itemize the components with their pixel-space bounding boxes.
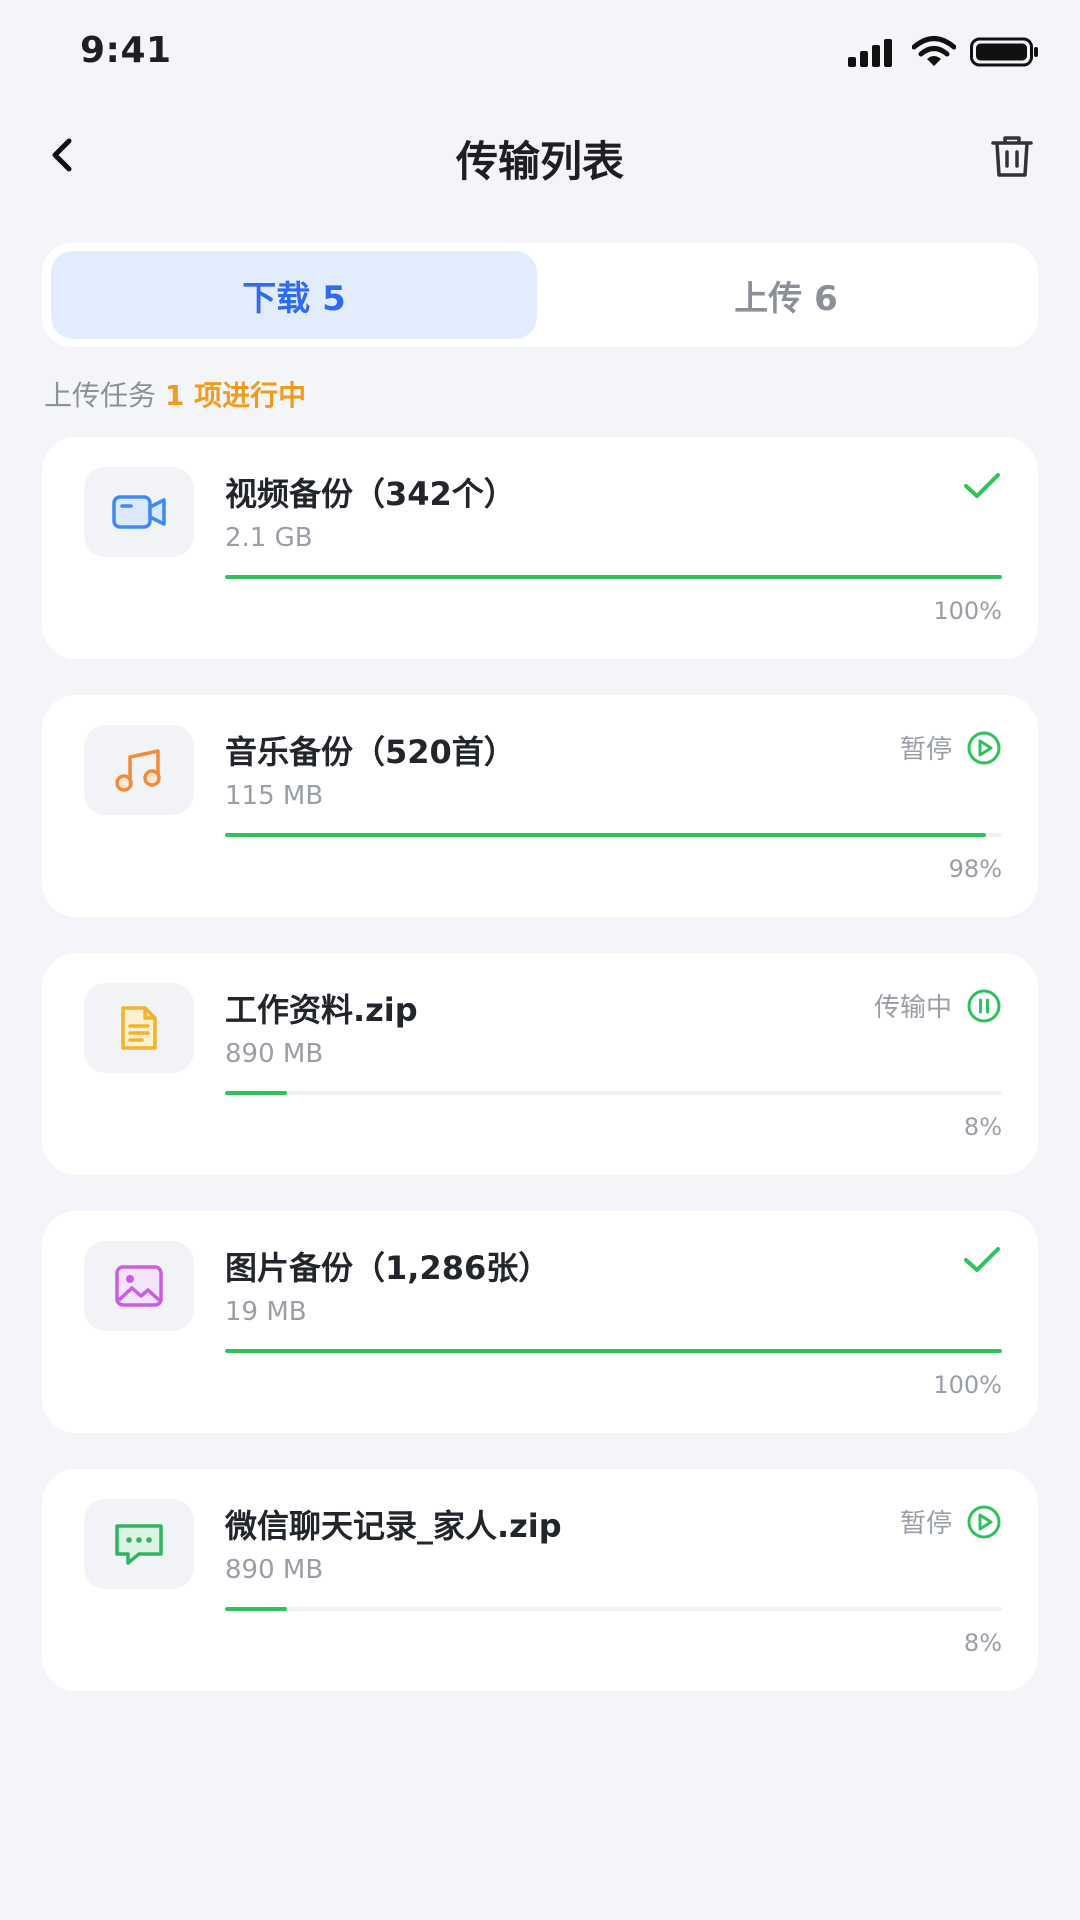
item-status: 传输中	[874, 987, 1002, 1024]
item-name: 音乐备份（520首）	[225, 733, 516, 771]
page-title: 传输列表	[455, 137, 624, 186]
tab-upload[interactable]: 上传 6	[543, 251, 1029, 339]
progress-fill	[225, 1091, 288, 1095]
progress-bar	[225, 1349, 1002, 1353]
progress-percent: 8%	[963, 1113, 1002, 1141]
delete-button[interactable]	[984, 128, 1040, 184]
progress-percent: 98%	[948, 855, 1002, 883]
signal-icon	[848, 39, 892, 67]
chat-icon	[115, 1524, 163, 1565]
check-icon	[964, 473, 1000, 498]
transfer-item[interactable]: 视频备份（342个） 2.1 GB 100%	[42, 437, 1038, 659]
file-type-badge	[84, 1499, 194, 1589]
transfer-item[interactable]: 图片备份（1,286张） 19 MB 100%	[42, 1211, 1038, 1433]
summary-highlight: 1 项进行中	[164, 379, 307, 412]
file-type-badge	[84, 983, 194, 1073]
status-bar: 9:41	[0, 0, 1080, 100]
item-name: 工作资料.zip	[225, 991, 418, 1029]
status-icons	[846, 36, 1040, 68]
item-size: 19 MB	[225, 1297, 307, 1327]
pause-circle-icon[interactable]	[966, 988, 1002, 1024]
file-type-badge	[84, 467, 194, 557]
status-label: 暂停	[899, 1509, 952, 1539]
progress-bar	[225, 1091, 1002, 1095]
item-status	[962, 1245, 1002, 1275]
battery-icon	[970, 37, 1038, 67]
file-type-badge	[84, 1241, 194, 1331]
transfer-item[interactable]: 音乐备份（520首） 115 MB 暂停 98%	[42, 695, 1038, 917]
item-size: 890 MB	[225, 1555, 324, 1585]
item-size: 2.1 GB	[225, 523, 313, 553]
nav-bar: 传输列表	[0, 110, 1080, 200]
item-size: 890 MB	[225, 1039, 324, 1069]
progress-fill	[225, 1349, 1002, 1353]
progress-percent: 100%	[933, 1371, 1002, 1399]
progress-bar	[225, 575, 1002, 579]
transfer-item[interactable]: 工作资料.zip 890 MB 传输中 8%	[42, 953, 1038, 1175]
item-size: 115 MB	[225, 781, 324, 811]
document-icon	[121, 1006, 157, 1050]
item-status: 暂停	[900, 729, 1002, 766]
transfer-item[interactable]: 微信聊天记录_家人.zip 890 MB 暂停 8%	[42, 1469, 1038, 1691]
music-icon	[115, 749, 161, 792]
status-time: 9:41	[80, 30, 172, 71]
item-name: 视频备份（342个）	[225, 475, 516, 513]
item-name: 图片备份（1,286张）	[225, 1249, 551, 1287]
trash-icon	[991, 136, 1033, 177]
progress-percent: 100%	[933, 597, 1002, 625]
progress-bar	[225, 1607, 1002, 1611]
item-name: 微信聊天记录_家人.zip	[225, 1507, 562, 1545]
progress-percent: 8%	[963, 1629, 1002, 1657]
transfer-tabs: 下载 5 上传 6	[42, 243, 1038, 347]
item-status	[962, 471, 1002, 501]
file-type-badge	[84, 725, 194, 815]
image-icon	[115, 1265, 163, 1307]
status-label: 暂停	[899, 735, 952, 765]
video-icon	[112, 495, 166, 529]
tab-download[interactable]: 下载 5	[51, 251, 537, 339]
play-circle-icon[interactable]	[966, 1504, 1002, 1540]
item-status: 暂停	[900, 1503, 1002, 1540]
summary-prefix: 上传任务	[44, 379, 157, 412]
progress-fill	[225, 1607, 288, 1611]
status-label: 传输中	[873, 993, 952, 1023]
play-circle-icon[interactable]	[966, 730, 1002, 766]
wifi-icon	[912, 36, 956, 66]
check-icon	[964, 1247, 1000, 1272]
progress-bar	[225, 833, 1002, 837]
progress-fill	[225, 833, 987, 837]
progress-fill	[225, 575, 1002, 579]
task-summary: 上传任务 1 项进行中	[44, 374, 306, 414]
